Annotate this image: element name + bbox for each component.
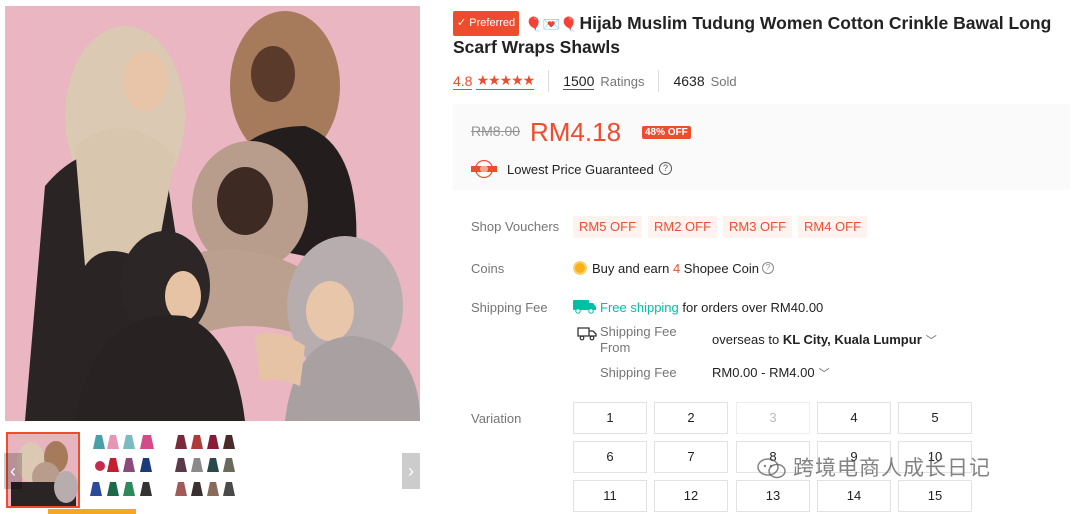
variation-label: Variation (471, 411, 522, 426)
variation-option-2[interactable]: 2 (654, 402, 728, 434)
variation-option-7[interactable]: 7 (654, 441, 728, 473)
variation-option-4[interactable]: 4 (817, 402, 891, 434)
lowest-price-guarantee-icon (471, 160, 497, 178)
thumbnail-2[interactable] (88, 432, 162, 508)
sold-label: Sold (710, 73, 737, 89)
current-price: RM4.18 (530, 117, 622, 147)
next-thumbnail-button[interactable]: › (402, 453, 420, 489)
shipping-fee-range[interactable]: RM0.00 - RM4.00 ﹀ (712, 365, 830, 381)
chevron-left-icon: ‹ (10, 460, 16, 481)
main-product-image[interactable] (5, 6, 420, 421)
ratings-count[interactable]: 1500 (563, 73, 595, 90)
rating-value[interactable]: 4.8 (453, 73, 473, 90)
chevron-down-icon: ﹀ (925, 335, 937, 347)
star-rating-icon[interactable]: ★★★★★ (476, 72, 535, 90)
coins-text: Buy and earn 4 Shopee Coin (592, 261, 759, 276)
balloon-letter-emoji: 🎈💌🎈 (525, 16, 578, 32)
variation-option-14[interactable]: 14 (817, 480, 891, 512)
thumbnail-3[interactable] (170, 432, 244, 508)
variation-option-3[interactable]: 3 (736, 402, 810, 434)
discount-badge: 48% OFF (642, 126, 691, 139)
shipping-fee-range-label: Shipping Fee (600, 365, 677, 380)
voucher-rm5[interactable]: RM5 OFF (573, 216, 643, 238)
shipping-fee-from-label: Shipping Fee From (600, 324, 677, 355)
voucher-rm4[interactable]: RM4 OFF (798, 216, 868, 238)
lowest-price-text: Lowest Price Guaranteed (507, 162, 654, 177)
ratings-label: Ratings (600, 73, 645, 89)
voucher-rm2[interactable]: RM2 OFF (648, 216, 718, 238)
shipping-fee-label: Shipping Fee (471, 300, 548, 315)
variation-option-12[interactable]: 12 (654, 480, 728, 512)
variation-option-1[interactable]: 1 (573, 402, 647, 434)
variation-option-13[interactable]: 13 (736, 480, 810, 512)
product-title: ✓ Preferred 🎈💌🎈 Hijab Muslim Tudung Women … (453, 11, 1068, 59)
sold-count: 4638 (673, 73, 705, 89)
voucher-rm3[interactable]: RM3 OFF (723, 216, 793, 238)
thumbnail-strip: ‹ › (0, 428, 425, 514)
shop-vouchers-label: Shop Vouchers (471, 219, 560, 234)
divider (548, 70, 550, 92)
coins-help-icon[interactable]: ? (762, 262, 774, 274)
help-icon[interactable]: ? (659, 162, 672, 175)
coins-label: Coins (471, 261, 505, 276)
prev-thumbnail-button[interactable]: ‹ (4, 453, 22, 489)
product-stats: 4.8 ★★★★★ 1500 Ratings 4638 Sold (453, 70, 737, 92)
variation-option-15[interactable]: 15 (898, 480, 972, 512)
wechat-logo-icon (757, 458, 786, 479)
free-shipping-icon (573, 300, 596, 314)
original-price: RM8.00 (471, 123, 521, 139)
free-shipping-text: Free shipping for orders over RM40.00 (600, 300, 824, 315)
variation-option-6[interactable]: 6 (573, 441, 647, 473)
price-section: RM8.00 RM4.18 48% OFF Lowest Price Guara… (453, 104, 1070, 190)
chevron-right-icon: › (408, 460, 414, 481)
variation-option-5[interactable]: 5 (898, 402, 972, 434)
preferred-badge: ✓ Preferred (453, 11, 520, 36)
chevron-down-icon: ﹀ (818, 368, 830, 380)
variation-option-11[interactable]: 11 (573, 480, 647, 512)
watermark: 跨境电商人成长日记 (757, 452, 991, 482)
thumbnail-indicator (48, 509, 136, 514)
divider (658, 70, 660, 92)
shipping-destination[interactable]: overseas to KL City, Kuala Lumpur ﹀ (712, 332, 937, 348)
coin-icon (573, 261, 587, 275)
shipping-truck-icon (577, 327, 597, 341)
